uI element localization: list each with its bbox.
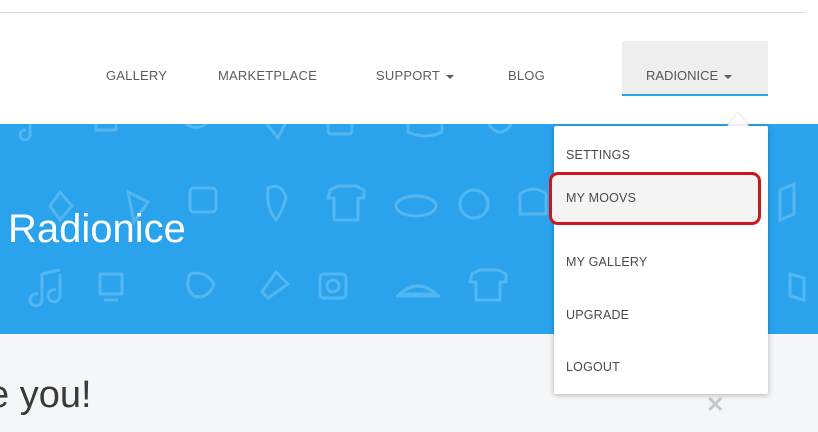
page-title: Radionice [8,207,186,251]
welcome-message: e you! [0,374,92,416]
menu-item-my-moovs[interactable]: MY MOOVS [566,191,636,205]
nav-link-gallery[interactable]: GALLERY [106,68,167,83]
account-menu-label: RADIONICE [646,68,719,83]
nav-link-blog[interactable]: BLOG [508,68,545,83]
account-menu-label-wrap: RADIONICE [646,68,733,83]
menu-item-logout[interactable]: LOGOUT [566,360,620,374]
menu-item-settings[interactable]: SETTINGS [566,148,630,162]
chevron-down-icon [724,74,733,79]
nav-link-support-label: SUPPORT [376,68,441,83]
menu-item-upgrade[interactable]: UPGRADE [566,308,629,322]
chevron-down-icon [446,74,455,79]
dropdown-pointer [727,113,749,126]
nav-link-marketplace[interactable]: MARKETPLACE [218,68,317,83]
menu-item-my-moovs-highlight[interactable]: MY MOOVS [549,172,761,225]
menu-item-my-gallery[interactable]: MY GALLERY [566,255,647,269]
account-menu-button[interactable]: RADIONICE [622,41,768,96]
close-icon[interactable]: ✕ [706,392,724,418]
nav-link-support[interactable]: SUPPORT [376,68,455,83]
account-dropdown-menu: SETTINGS MY GALLERY UPGRADE LOGOUT [554,126,768,394]
top-navbar: GALLERY MARKETPLACE SUPPORT BLOG RADIONI… [0,13,818,124]
